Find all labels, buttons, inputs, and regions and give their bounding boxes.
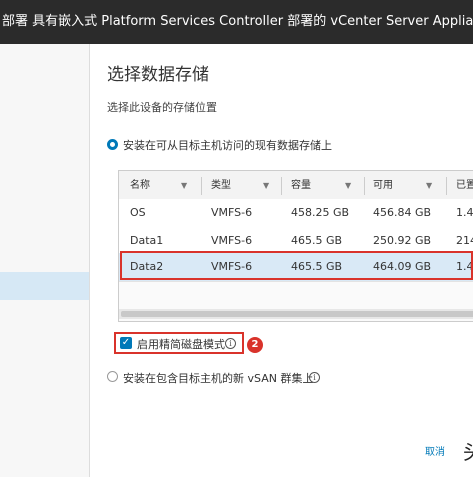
watermark-logo: 头 bbox=[463, 436, 473, 465]
current-step-highlight[interactable] bbox=[0, 272, 89, 300]
column-divider bbox=[201, 177, 202, 195]
info-icon[interactable]: i bbox=[309, 372, 320, 383]
cell-type: VMFS-6 bbox=[211, 206, 253, 219]
datastore-table: 名称 ▼ 类型 ▼ 容量 ▼ 可用 ▼ 已置 OS VMFS-6 458.25 … bbox=[118, 170, 473, 322]
cancel-button[interactable]: 取消 bbox=[425, 443, 445, 458]
page-title: 选择数据存储 bbox=[107, 65, 209, 85]
filter-icon[interactable]: ▼ bbox=[345, 171, 351, 201]
annotation-highlight-row bbox=[120, 251, 473, 280]
column-divider bbox=[281, 177, 282, 195]
window-title: 部署 具有嵌入式 Platform Services Controller 部署… bbox=[2, 14, 473, 29]
column-header-name[interactable]: 名称 bbox=[130, 171, 150, 201]
cell-free: 456.84 GB bbox=[373, 206, 432, 219]
radio-vsan-cluster-label: 安装在包含目标主机的新 vSAN 群集上 bbox=[123, 372, 314, 385]
thin-disk-checkbox[interactable]: ✓ bbox=[120, 337, 132, 349]
cell-name: OS bbox=[130, 206, 146, 219]
wizard-steps-pane bbox=[0, 44, 90, 477]
thin-disk-label: 启用精简磁盘模式 bbox=[137, 338, 225, 351]
annotation-step-badge: 2 bbox=[247, 337, 263, 353]
column-header-type[interactable]: 类型 bbox=[211, 171, 231, 201]
radio-existing-datastore[interactable] bbox=[107, 139, 118, 150]
page-subtitle: 选择此设备的存储位置 bbox=[107, 101, 217, 114]
filter-icon[interactable]: ▼ bbox=[181, 171, 187, 201]
column-header-provisioned[interactable]: 已置 bbox=[456, 171, 473, 201]
window-title-bar: 部署 具有嵌入式 Platform Services Controller 部署… bbox=[0, 0, 473, 44]
table-row[interactable]: OS VMFS-6 458.25 GB 456.84 GB 1.41 bbox=[119, 199, 473, 228]
cell-capacity: 458.25 GB bbox=[291, 206, 350, 219]
radio-existing-datastore-label: 安装在可从目标主机访问的现有数据存储上 bbox=[123, 139, 332, 152]
check-icon: ✓ bbox=[121, 337, 131, 348]
table-header: 名称 ▼ 类型 ▼ 容量 ▼ 可用 ▼ 已置 bbox=[119, 171, 473, 202]
radio-vsan-cluster[interactable] bbox=[107, 371, 118, 382]
filter-icon[interactable]: ▼ bbox=[426, 171, 432, 201]
column-header-capacity[interactable]: 容量 bbox=[291, 171, 311, 201]
column-divider bbox=[364, 177, 365, 195]
scrollbar-thumb[interactable] bbox=[121, 311, 473, 317]
cell-provisioned: 1.41 bbox=[456, 206, 473, 219]
column-divider bbox=[446, 177, 447, 195]
horizontal-scrollbar[interactable] bbox=[119, 309, 473, 319]
info-icon[interactable]: i bbox=[225, 338, 236, 349]
filter-icon[interactable]: ▼ bbox=[263, 171, 269, 201]
column-header-free[interactable]: 可用 bbox=[373, 171, 393, 201]
